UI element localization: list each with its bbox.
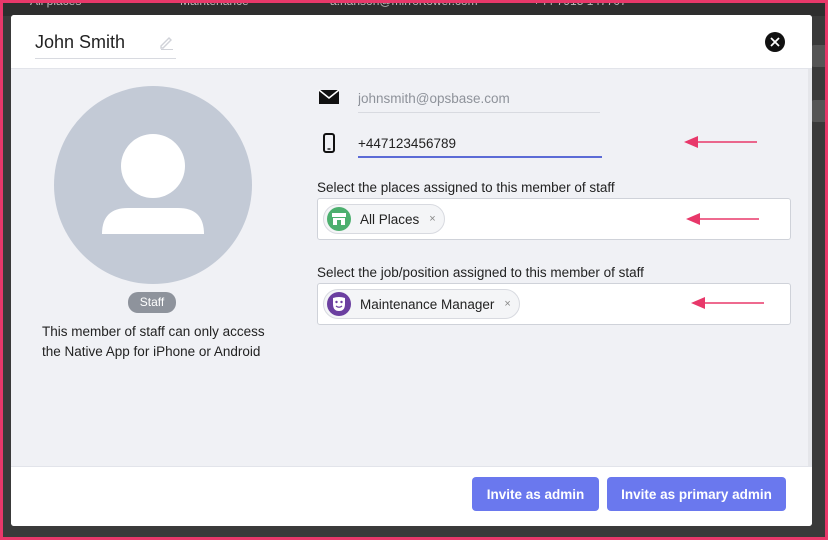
role-description: This member of staff can only access the… [42, 324, 265, 359]
staff-name-field[interactable]: John Smith [35, 25, 176, 59]
theater-mask-icon [327, 292, 351, 316]
job-chip: Maintenance Manager × [323, 289, 520, 319]
background-cell: Maintenance [180, 0, 249, 8]
remove-place-button[interactable]: × [429, 213, 435, 225]
user-silhouette-icon [102, 134, 204, 234]
phone-field[interactable] [358, 130, 602, 158]
staff-name: John Smith [35, 32, 126, 52]
job-chip-label: Maintenance Manager [360, 296, 495, 312]
role-badge: Staff [128, 292, 176, 313]
place-icon [327, 207, 351, 231]
email-field[interactable] [358, 85, 600, 113]
background-tab [811, 45, 825, 67]
phone-icon [323, 133, 335, 153]
annotation-arrow [691, 297, 764, 309]
remove-job-button[interactable]: × [504, 298, 510, 310]
annotation-arrow [686, 213, 759, 225]
staff-modal: John Smith Staff This member of staff ca… [11, 15, 812, 526]
envelope-icon [318, 89, 340, 104]
pencil-icon[interactable] [158, 33, 176, 51]
places-chip-label: All Places [360, 211, 420, 227]
places-chip: All Places × [323, 204, 445, 234]
invite-admin-button[interactable]: Invite as admin [472, 477, 599, 511]
background-tab [811, 100, 825, 122]
modal-footer: Invite as admin Invite as primary admin [11, 466, 812, 526]
places-label: Select the places assigned to this membe… [317, 180, 615, 195]
close-button[interactable] [765, 32, 785, 52]
scrollbar[interactable] [808, 69, 812, 466]
annotation-arrow [684, 136, 757, 148]
background-cell: a.hanson@mirrortower.com [330, 0, 478, 8]
modal-header: John Smith [11, 15, 812, 69]
background-table-row: All places Maintenance a.hanson@mirrorto… [0, 0, 828, 16]
close-icon [770, 37, 780, 47]
avatar[interactable] [54, 86, 252, 284]
job-label: Select the job/position assigned to this… [317, 265, 644, 280]
invite-primary-admin-button[interactable]: Invite as primary admin [607, 477, 786, 511]
background-cell: All places [30, 0, 82, 8]
background-cell: +44 7915 147707 [533, 0, 627, 8]
